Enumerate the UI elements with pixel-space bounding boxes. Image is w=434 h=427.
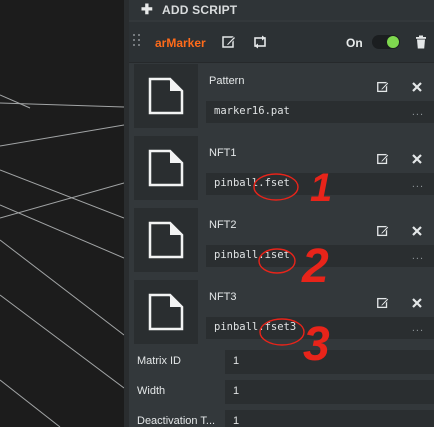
edit-icon[interactable] xyxy=(376,224,392,240)
close-icon[interactable] xyxy=(410,224,426,240)
asset-label: NFT2 xyxy=(209,219,237,231)
file-thumbnail[interactable] xyxy=(134,136,198,200)
edit-icon[interactable] xyxy=(376,80,392,96)
file-icon xyxy=(148,293,184,331)
field-width: Width 1 xyxy=(129,380,434,404)
field-label: Width xyxy=(137,385,166,397)
file-thumbnail[interactable] xyxy=(134,280,198,344)
file-thumbnail[interactable] xyxy=(134,208,198,272)
asset-path-value: pinball.fset xyxy=(214,177,290,189)
field-value: 1 xyxy=(233,415,240,427)
asset-row-nft3: NFT3 pinball.fset3 ... xyxy=(129,278,434,344)
asset-path-value: marker16.pat xyxy=(214,105,290,117)
edit-icon[interactable] xyxy=(221,34,237,50)
script-name: arMarker xyxy=(155,36,206,50)
asset-path-field[interactable]: pinball.fset ... xyxy=(206,173,434,195)
plus-icon: ✚ xyxy=(141,1,153,17)
toggle-knob xyxy=(387,36,399,48)
add-script-label: ADD SCRIPT xyxy=(162,3,238,17)
matrix-id-input[interactable]: 1 xyxy=(225,350,434,374)
asset-label: NFT3 xyxy=(209,291,237,303)
edit-icon[interactable] xyxy=(376,296,392,312)
field-deactivation-time: Deactivation T... 1 xyxy=(129,410,434,427)
asset-label: NFT1 xyxy=(209,147,237,159)
field-matrix-id: Matrix ID 1 xyxy=(129,350,434,374)
swap-icon[interactable] xyxy=(252,34,268,50)
asset-path-field[interactable]: marker16.pat ... xyxy=(206,101,434,123)
drag-handle-icon[interactable] xyxy=(133,34,143,52)
file-icon xyxy=(148,149,184,187)
close-icon[interactable] xyxy=(410,296,426,312)
add-script-button[interactable]: ✚ ADD SCRIPT xyxy=(129,0,434,20)
file-thumbnail[interactable] xyxy=(134,64,198,128)
deactivation-time-input[interactable]: 1 xyxy=(225,410,434,427)
close-icon[interactable] xyxy=(410,152,426,168)
enabled-label: On xyxy=(346,36,363,50)
field-label: Deactivation T... xyxy=(137,415,216,427)
edit-icon[interactable] xyxy=(376,152,392,168)
field-value: 1 xyxy=(233,355,240,367)
file-icon xyxy=(148,221,184,259)
asset-path-field[interactable]: pinball.fset3 ... xyxy=(206,317,434,339)
field-label: Matrix ID xyxy=(137,355,181,367)
scene-viewport[interactable] xyxy=(0,0,124,427)
inspector-panel: ✚ ADD SCRIPT arMarker On Pattern marker1… xyxy=(129,0,434,427)
asset-label: Pattern xyxy=(209,75,245,87)
file-icon xyxy=(148,77,184,115)
enabled-toggle[interactable] xyxy=(372,35,400,49)
close-icon[interactable] xyxy=(410,80,426,96)
browse-button[interactable]: ... xyxy=(412,106,424,118)
width-input[interactable]: 1 xyxy=(225,380,434,404)
viewport-grid xyxy=(0,94,124,427)
browse-button[interactable]: ... xyxy=(412,250,424,262)
field-value: 1 xyxy=(233,385,240,397)
browse-button[interactable]: ... xyxy=(412,178,424,190)
script-header: arMarker On xyxy=(129,22,434,63)
asset-path-value: pinball.iset xyxy=(214,249,290,261)
asset-path-value: pinball.fset3 xyxy=(214,321,297,333)
asset-row-nft1: NFT1 pinball.fset ... xyxy=(129,134,434,200)
browse-button[interactable]: ... xyxy=(412,322,424,334)
asset-row-pattern: Pattern marker16.pat ... xyxy=(129,62,434,128)
asset-row-nft2: NFT2 pinball.iset ... xyxy=(129,206,434,272)
trash-icon[interactable] xyxy=(413,34,429,50)
asset-path-field[interactable]: pinball.iset ... xyxy=(206,245,434,267)
